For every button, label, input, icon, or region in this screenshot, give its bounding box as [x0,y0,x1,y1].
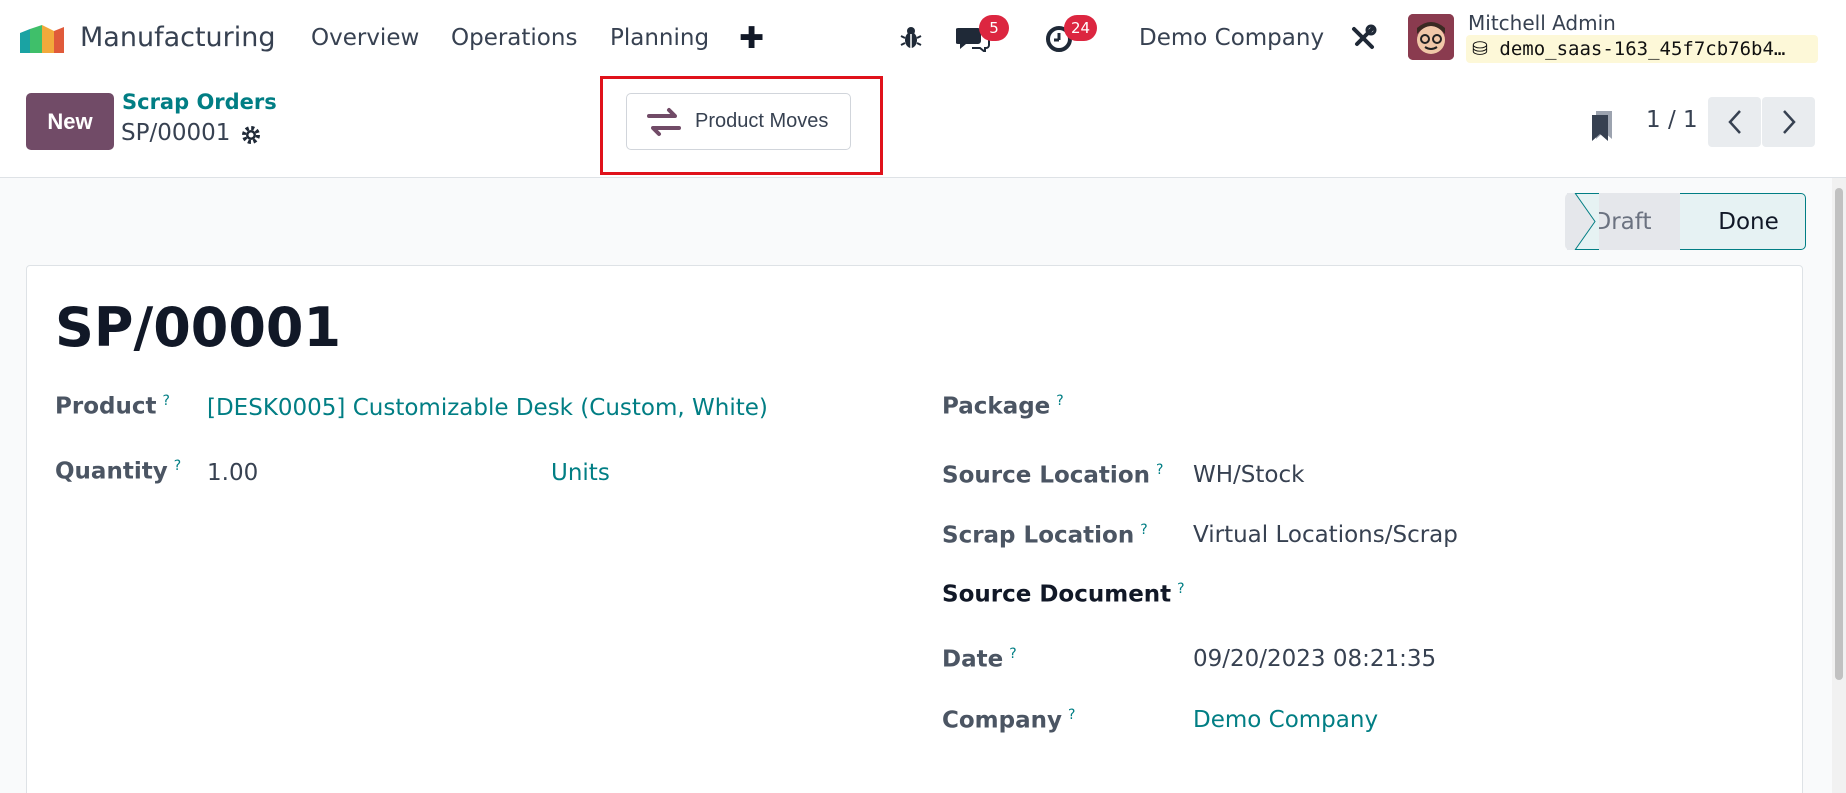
scrollbar-thumb[interactable] [1835,188,1843,680]
company-switcher[interactable]: Demo Company [1139,25,1324,51]
menu-overview[interactable]: Overview [311,25,419,51]
help-tooltip[interactable]: ? [162,393,169,409]
exchange-arrows-icon [647,107,681,136]
chevron-right-icon [1782,110,1796,134]
package-label: Package? [942,393,1064,420]
breadcrumb-scrap-orders[interactable]: Scrap Orders [122,90,277,114]
app-name[interactable]: Manufacturing [80,22,276,53]
help-tooltip[interactable]: ? [1140,522,1147,538]
uom-field[interactable]: Units [551,460,610,486]
company-field[interactable]: Demo Company [1193,707,1378,733]
new-button[interactable]: New [26,93,114,150]
user-avatar[interactable] [1408,14,1454,60]
manufacturing-app-icon[interactable] [20,23,68,55]
activity-badge: 24 [1064,15,1098,41]
scrap-location-label: Scrap Location? [942,522,1148,549]
bug-icon[interactable] [899,25,923,51]
help-tooltip[interactable]: ? [1156,462,1163,478]
help-tooltip[interactable]: ? [1009,646,1016,662]
pager-value[interactable]: 1 / 1 [1646,107,1698,133]
chat-badge: 5 [979,15,1009,41]
menu-planning[interactable]: Planning [610,25,709,51]
source-document-label: Source Document? [942,581,1185,608]
pager-next-button[interactable] [1762,97,1815,147]
status-arrow-shape [1567,193,1599,250]
database-icon: ⛁ [1472,38,1488,60]
form-content: Draft Done SP/00001 Product? [DESK0005] … [0,178,1846,793]
source-location-field[interactable]: WH/Stock [1193,462,1304,488]
source-location-label: Source Location? [942,462,1164,489]
menu-operations[interactable]: Operations [451,25,577,51]
record-name: SP/00001 [121,120,231,146]
quantity-label: Quantity? [55,458,182,485]
form-title: SP/00001 [55,296,342,359]
vertical-scrollbar[interactable] [1832,178,1846,793]
status-done-wrapper: Done [1680,193,1806,250]
plus-icon[interactable]: ✚ [739,21,764,56]
gear-icon[interactable] [239,123,263,147]
company-label: Company? [942,707,1076,734]
bookmark-icon[interactable] [1590,107,1616,141]
status-done[interactable]: Done [1680,193,1806,250]
quantity-field[interactable]: 1.00 [207,460,258,486]
user-name[interactable]: Mitchell Admin [1468,11,1616,35]
product-moves-button[interactable]: Product Moves [626,93,851,150]
help-tooltip[interactable]: ? [1056,393,1063,409]
chevron-left-icon [1727,110,1741,134]
top-navbar: Manufacturing Overview Operations Planni… [0,0,1846,77]
tools-icon[interactable] [1349,24,1377,52]
product-label: Product? [55,393,170,420]
form-sheet: SP/00001 Product? [DESK0005] Customizabl… [26,265,1803,793]
date-field[interactable]: 09/20/2023 08:21:35 [1193,646,1436,672]
control-panel: New Scrap Orders SP/00001 Product Moves … [0,76,1846,178]
date-label: Date? [942,646,1017,673]
product-moves-label: Product Moves [695,110,829,132]
database-indicator: ⛁ demo_saas-163_45f7cb76b4… [1466,35,1818,63]
help-tooltip[interactable]: ? [174,458,181,474]
pager-previous-button[interactable] [1708,97,1761,147]
database-name: demo_saas-163_45f7cb76b4… [1499,38,1786,60]
product-field[interactable]: [DESK0005] Customizable Desk (Custom, Wh… [207,395,768,421]
scrap-location-field[interactable]: Virtual Locations/Scrap [1193,522,1458,548]
help-tooltip[interactable]: ? [1177,581,1184,597]
status-bar: Draft Done [1565,193,1806,250]
help-tooltip[interactable]: ? [1068,707,1075,723]
